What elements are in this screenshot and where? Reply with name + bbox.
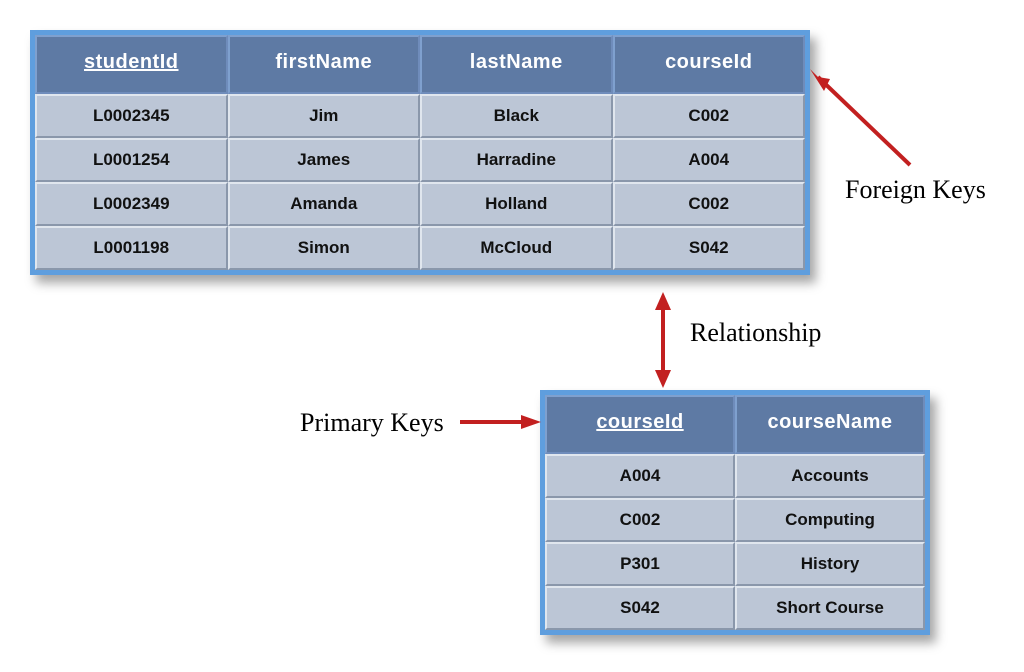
courses-table: courseIdcourseNameA004AccountsC002Comput… (540, 390, 930, 635)
students-cell: L0002345 (35, 94, 228, 138)
relationship-label: Relationship (690, 318, 821, 348)
primary-keys-label: Primary Keys (300, 408, 444, 438)
courses-cell: Computing (735, 498, 925, 542)
students-cell: Holland (420, 182, 613, 226)
students-header-row: studentIdfirstNamelastNamecourseId (35, 35, 805, 94)
students-cell: Amanda (228, 182, 421, 226)
students-cell: C002 (613, 94, 806, 138)
students-cell: L0001254 (35, 138, 228, 182)
students-header-lastName: lastName (420, 35, 613, 94)
students-row: L0001198SimonMcCloudS042 (35, 226, 805, 270)
students-cell: McCloud (420, 226, 613, 270)
courses-cell: A004 (545, 454, 735, 498)
courses-row: P301History (545, 542, 925, 586)
students-header-courseId: courseId (613, 35, 806, 94)
courses-header-row: courseIdcourseName (545, 395, 925, 454)
courses-cell: History (735, 542, 925, 586)
students-cell: S042 (613, 226, 806, 270)
foreign-keys-label: Foreign Keys (845, 175, 986, 205)
primary-keys-arrow (455, 410, 545, 440)
courses-row: C002Computing (545, 498, 925, 542)
students-cell: Jim (228, 94, 421, 138)
students-cell: L0002349 (35, 182, 228, 226)
students-cell: A004 (613, 138, 806, 182)
students-row: L0001254JamesHarradineA004 (35, 138, 805, 182)
courses-header-courseId: courseId (545, 395, 735, 454)
students-row: L0002345JimBlackC002 (35, 94, 805, 138)
courses-cell: Short Course (735, 586, 925, 630)
courses-row: S042Short Course (545, 586, 925, 630)
students-cell: James (228, 138, 421, 182)
students-cell: Simon (228, 226, 421, 270)
students-cell: Harradine (420, 138, 613, 182)
courses-cell: P301 (545, 542, 735, 586)
students-cell: L0001198 (35, 226, 228, 270)
students-header-studentId: studentId (35, 35, 228, 94)
students-cell: Black (420, 94, 613, 138)
courses-header-courseName: courseName (735, 395, 925, 454)
courses-cell: C002 (545, 498, 735, 542)
students-cell: C002 (613, 182, 806, 226)
students-header-firstName: firstName (228, 35, 421, 94)
relationship-arrow (648, 290, 678, 390)
courses-cell: Accounts (735, 454, 925, 498)
students-table: studentIdfirstNamelastNamecourseIdL00023… (30, 30, 810, 275)
foreign-keys-arrow (800, 65, 920, 175)
courses-row: A004Accounts (545, 454, 925, 498)
students-row: L0002349AmandaHollandC002 (35, 182, 805, 226)
courses-cell: S042 (545, 586, 735, 630)
